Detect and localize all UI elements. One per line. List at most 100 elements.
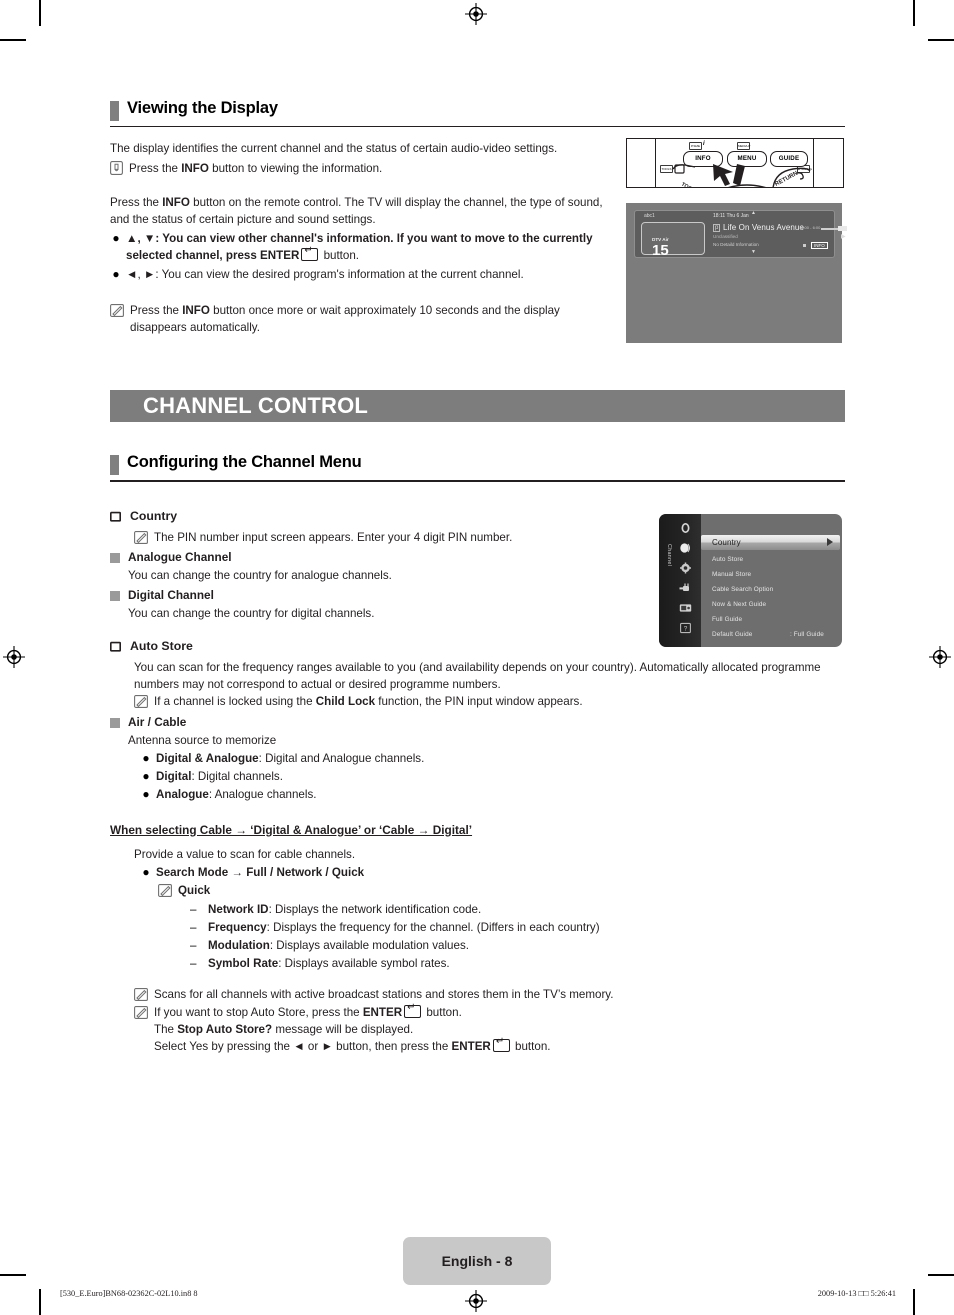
page-title: Viewing the Display [127,99,278,117]
print-job-filename: [530_E.Euro]BN68-02362C-02L10.in8 8 [60,1289,198,1298]
digital-channel-title: Digital Channel [128,587,214,602]
cable-item-network-id: – Network ID: Displays the network ident… [190,901,845,918]
bullet-updown-text: ▲, ▼: You can view other channel's infor… [126,230,615,264]
note-scan-text: Scans for all channels with active broad… [154,987,614,1001]
option-text: Digital: Digital channels. [156,769,283,783]
air-cable-title: Air / Cable [128,714,187,729]
option-digital: ● Digital: Digital channels. [140,768,845,785]
menu-item-default-guide-value: : Full Guide [790,631,824,638]
heading-accent-bar [110,455,119,476]
note-scan-all-channels: Scans for all channels with active broad… [134,986,845,1003]
tv-time-range: 18:00 - 6:00 [799,225,821,230]
open-square-bullet-icon [110,639,126,657]
auto-store-title: Auto Store [130,638,193,653]
tv-channel-number: 15 [652,242,669,259]
remote-guide-button[interactable]: GUIDE [770,151,808,167]
block-auto-store: Auto Store You can scan for the frequenc… [110,638,845,803]
auto-store-note-text: If a channel is locked using the Child L… [154,694,583,708]
option-analogue: ● Analogue: Analogue channels. [140,786,845,803]
dash-bullet-icon: – [190,920,197,934]
menu-item-country[interactable]: Country [701,535,840,550]
bullet-icon: ● [112,231,120,246]
note-pencil-icon [134,530,148,544]
tv-info-badge: INFO [811,242,828,249]
menu-item-full-guide[interactable]: Full Guide [704,612,842,628]
menu-item-auto-store[interactable]: Auto Store [704,552,842,568]
tv-channel-name: abc1 [644,213,655,219]
i-symbol: i [703,141,705,147]
registration-mark-right [929,646,951,668]
section-band-channel-control: CHANNEL CONTROL [110,390,845,423]
option-text: Analogue: Analogue channels. [156,787,317,801]
menu-sidebar-label: Channel [666,544,672,567]
tv-arrow-up-icon: ▲ [751,210,756,216]
quick-label: Quick [178,883,211,897]
open-square-bullet-icon [110,509,126,527]
setup-gear-icon [679,561,692,574]
cable-item-symbol-rate: – Symbol Rate: Displays available symbol… [190,955,845,972]
registration-mark-left [3,646,25,668]
cable-item-modulation: – Modulation: Displays available modulat… [190,937,845,954]
enter-key-icon [492,1036,510,1052]
p-size-mini-button: P.SIZE [689,142,702,150]
crop-mark-bottom-left-v [39,1289,41,1315]
menu-item-now-next-guide[interactable]: Now & Next Guide [704,597,842,613]
analogue-channel-title: Analogue Channel [128,549,232,564]
menu-item-cable-search-option[interactable]: Cable Search Option [704,582,842,598]
tv-programme-title: Life On Venus Avenue [723,223,805,232]
manual-page: Viewing the Display The display identifi… [0,0,954,1315]
filled-square-bullet-icon [110,552,120,563]
country-title: Country [130,508,178,523]
menu-sidebar: Channel ? [659,514,701,647]
remote-edge-left [655,139,657,187]
menu-item-default-guide[interactable]: Default Guide : Full Guide [704,627,842,643]
subsection-title: Configuring the Channel Menu [127,453,362,472]
cable-item-text: Frequency: Displays the frequency for th… [208,920,600,934]
bullet-icon: ● [142,750,150,765]
crop-mark-bottom-right-h [928,1274,954,1276]
tv-arrow-right-icon: ▶ [841,234,846,240]
heading-rule [110,480,845,482]
cable-item-text: Symbol Rate: Displays available symbol r… [208,956,450,970]
bullet-leftright-program: ● ◄, ►: You can view the desired program… [110,266,615,283]
media-p-mini-button: MEDIA.P [737,142,751,150]
registration-mark-top [465,3,487,25]
search-mode-text: Search Mode → Full / Network / Quick [156,865,365,879]
cable-subheading: When selecting Cable → ‘Digital & Analog… [110,822,473,837]
bullet-icon: ● [142,864,150,879]
remote-dpad-arc [709,179,785,187]
note-pencil-icon [134,1005,148,1019]
bullet-icon: ● [142,768,150,783]
press-hand-icon [110,161,123,176]
heading-rule [110,126,845,128]
application-icon [679,601,692,613]
auto-store-note: If a channel is locked using the Child L… [134,693,845,710]
note-pencil-icon [110,304,124,318]
tv-detail-info: No Detaild Information [713,242,759,247]
figure-remote-control: P.SIZE i MEDIA.P TOOLS E.SAVING INFO MEN… [626,138,844,188]
note-stop-line1: If you want to stop Auto Store, press th… [154,1002,551,1021]
air-cable-title-row: Air / Cable [110,714,845,731]
crop-mark-top-left-h [0,39,26,41]
crop-mark-bottom-left-h [0,1274,26,1276]
page-number-label: English - 8 [441,1253,513,1269]
cable-item-text: Modulation: Displays available modulatio… [208,938,469,952]
picture-icon [679,521,692,533]
dash-bullet-icon: – [190,956,197,970]
remote-tools-wedge: TOOLS [671,163,711,187]
crop-mark-top-right-h [928,39,954,41]
note-stop-line2: The Stop Auto Store? message will be dis… [154,1022,414,1036]
tv-rating-badge: p [713,224,721,232]
section-heading-viewing-the-display: Viewing the Display [110,99,845,121]
section-heading-configuring-the-channel-menu: Configuring the Channel Menu [110,453,845,476]
menu-item-manual-store[interactable]: Manual Store [704,567,842,583]
tv-status-dot [803,244,806,247]
crop-mark-bottom-right-v [913,1289,915,1315]
note-info-timeout: Press the INFO button once more or wait … [110,302,615,336]
tv-info-banner: abc1 18:11 Thu 6 Jan DTV Air 15 p Life O… [634,210,847,259]
paragraph-info-button: Press the INFO button on the remote cont… [110,196,603,227]
note-stop-line3: Select Yes by pressing the ◄ or ► button… [154,1036,551,1055]
menu-item-list: Country Auto Store Manual Store Cable Se… [701,514,842,647]
cable-intro-text: Provide a value to scan for cable channe… [134,847,356,861]
search-mode-row: ● Search Mode → Full / Network / Quick [140,864,845,881]
